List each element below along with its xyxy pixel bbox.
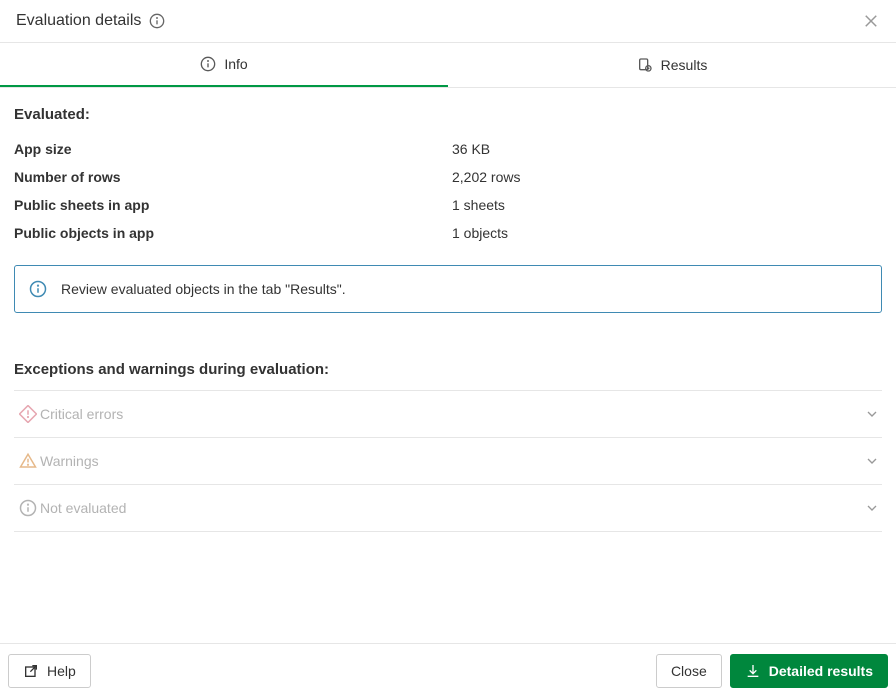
external-link-icon bbox=[23, 663, 39, 679]
download-icon bbox=[745, 663, 761, 679]
table-row: Number of rows 2,202 rows bbox=[14, 163, 882, 191]
accordion-label: Critical errors bbox=[40, 406, 864, 422]
kv-value: 36 KB bbox=[452, 141, 490, 157]
table-row: Public objects in app 1 objects bbox=[14, 219, 882, 247]
warning-icon bbox=[16, 452, 40, 470]
tab-info[interactable]: Info bbox=[0, 43, 448, 87]
results-icon bbox=[637, 57, 653, 73]
accordion-warnings[interactable]: Warnings bbox=[14, 438, 882, 485]
tab-info-label: Info bbox=[224, 56, 247, 72]
accordion-not-evaluated[interactable]: Not evaluated bbox=[14, 485, 882, 532]
evaluated-heading: Evaluated: bbox=[14, 106, 882, 123]
kv-value: 1 objects bbox=[452, 225, 508, 241]
close-button-label: Close bbox=[671, 663, 707, 679]
exceptions-heading: Exceptions and warnings during evaluatio… bbox=[14, 361, 882, 378]
table-row: Public sheets in app 1 sheets bbox=[14, 191, 882, 219]
tab-results-label: Results bbox=[661, 57, 708, 73]
info-callout-text: Review evaluated objects in the tab "Res… bbox=[61, 281, 346, 297]
table-row: App size 36 KB bbox=[14, 135, 882, 163]
info-icon bbox=[200, 56, 216, 72]
info-icon bbox=[16, 499, 40, 517]
chevron-down-icon bbox=[864, 406, 880, 422]
dialog-title: Evaluation details bbox=[16, 12, 141, 30]
tabs: Info Results bbox=[0, 43, 896, 88]
accordion-label: Warnings bbox=[40, 453, 864, 469]
close-button[interactable]: Close bbox=[656, 654, 722, 688]
help-button[interactable]: Help bbox=[8, 654, 91, 688]
kv-value: 2,202 rows bbox=[452, 169, 520, 185]
detailed-results-label: Detailed results bbox=[769, 663, 873, 679]
tab-results[interactable]: Results bbox=[448, 43, 896, 87]
help-button-label: Help bbox=[47, 663, 76, 679]
error-icon bbox=[16, 405, 40, 423]
kv-key: Number of rows bbox=[14, 169, 452, 185]
kv-key: App size bbox=[14, 141, 452, 157]
info-icon bbox=[29, 280, 47, 298]
kv-key: Public objects in app bbox=[14, 225, 452, 241]
info-callout: Review evaluated objects in the tab "Res… bbox=[14, 265, 882, 313]
accordion-label: Not evaluated bbox=[40, 500, 864, 516]
chevron-down-icon bbox=[864, 500, 880, 516]
chevron-down-icon bbox=[864, 453, 880, 469]
detailed-results-button[interactable]: Detailed results bbox=[730, 654, 888, 688]
info-icon[interactable] bbox=[149, 13, 165, 29]
accordion-critical-errors[interactable]: Critical errors bbox=[14, 391, 882, 438]
close-icon[interactable] bbox=[862, 12, 880, 30]
kv-value: 1 sheets bbox=[452, 197, 505, 213]
kv-key: Public sheets in app bbox=[14, 197, 452, 213]
